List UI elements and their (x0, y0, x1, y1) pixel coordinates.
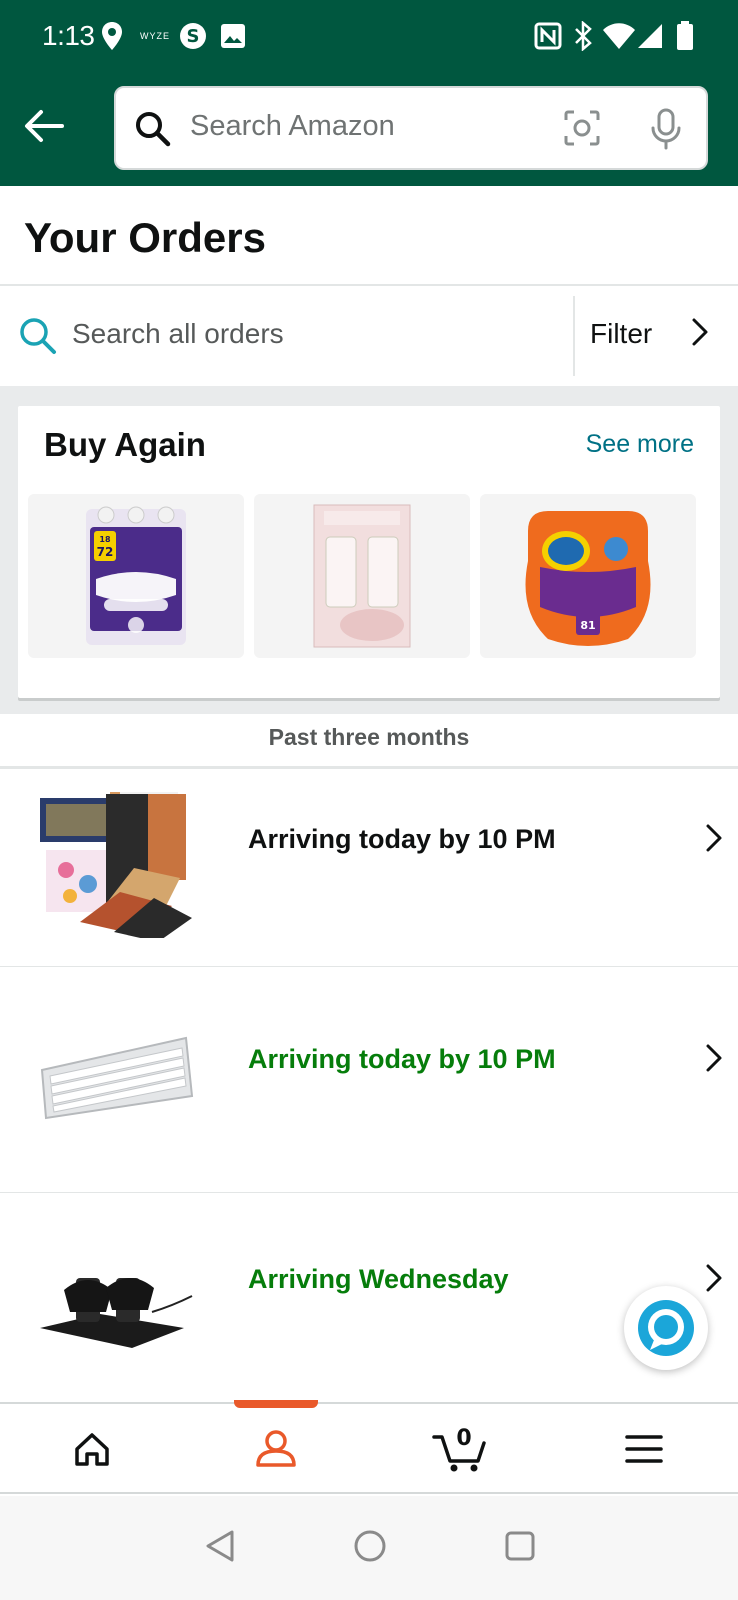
recents-square-icon (505, 1531, 535, 1561)
section-label: Past three months (268, 724, 470, 750)
amazon-search-bar[interactable]: Search Amazon (114, 86, 708, 170)
buy-again-card: Buy Again See more 18 72 81 (18, 406, 720, 698)
nav-cart[interactable]: 0 (368, 1404, 552, 1494)
wifi-icon (602, 20, 636, 52)
order-thumbnail (36, 1232, 196, 1382)
pack-size-label: 18 (99, 535, 111, 544)
filter-button[interactable]: Filter (590, 318, 652, 350)
hamburger-menu-icon (625, 1435, 663, 1463)
keyboard-image (40, 1036, 194, 1120)
location-icon (100, 20, 124, 52)
wyze-icon: WYZE (140, 31, 170, 41)
buy-again-item-toilet-paper[interactable]: 18 72 (28, 494, 244, 658)
nav-you[interactable] (184, 1404, 368, 1494)
signal-icon (636, 20, 664, 52)
system-recents-button[interactable] (500, 1526, 540, 1566)
search-icon (134, 110, 172, 153)
back-arrow-icon (25, 110, 64, 142)
toilet-paper-image: 18 72 (86, 506, 186, 645)
search-orders-input[interactable]: Search all orders (72, 318, 284, 350)
person-icon (256, 1430, 296, 1467)
home-circle-icon (354, 1530, 386, 1562)
svg-text:S: S (187, 26, 200, 47)
order-row[interactable]: Arriving Wednesday (0, 1194, 738, 1400)
order-row[interactable]: Arriving today by 10 PM (0, 770, 738, 966)
search-input[interactable]: Search Amazon (190, 110, 395, 143)
search-orders-icon (18, 316, 58, 361)
status-bar: 1:13 WYZE S (0, 0, 738, 72)
bottom-navigation: 0 (0, 1400, 738, 1494)
order-thumbnail (36, 1006, 196, 1156)
divider (0, 966, 738, 967)
buy-again-title: Buy Again (44, 426, 206, 463)
system-back-button[interactable] (200, 1526, 240, 1566)
home-icon (75, 1433, 109, 1466)
system-navigation-bar (0, 1496, 738, 1600)
nav-menu[interactable] (552, 1404, 736, 1494)
buy-again-item-shampoo[interactable] (254, 494, 470, 658)
orders-search-row: Search all orders Filter (0, 286, 738, 386)
status-time: 1:13 (42, 20, 95, 51)
see-more-link[interactable]: See more (586, 430, 694, 459)
chevron-right-icon[interactable] (704, 1042, 724, 1079)
alexa-icon (638, 1300, 694, 1356)
divider (0, 766, 738, 769)
nfc-icon (534, 20, 562, 52)
buy-again-item-tide-pods[interactable]: 81 (480, 494, 696, 658)
cart-icon: 0 (432, 1426, 486, 1472)
battery-icon (676, 20, 694, 52)
divider (573, 296, 575, 376)
shampoo-box-image (313, 504, 411, 648)
back-triangle-icon (206, 1530, 234, 1562)
chevron-right-icon[interactable] (690, 316, 710, 353)
order-status: Arriving today by 10 PM (248, 1044, 556, 1074)
chevron-right-icon[interactable] (704, 1262, 724, 1299)
alexa-button[interactable] (624, 1286, 708, 1370)
nav-home[interactable] (0, 1404, 184, 1494)
notebook-set-image (40, 792, 192, 938)
tide-pods-image: 81 (525, 511, 651, 646)
microphone-icon[interactable] (648, 108, 684, 155)
back-button[interactable] (20, 102, 68, 150)
bluetooth-icon (572, 20, 594, 52)
divider (0, 1192, 738, 1193)
s-app-icon: S (178, 20, 208, 52)
page-title: Your Orders (24, 214, 266, 261)
image-icon (220, 20, 246, 52)
cart-count: 0 (456, 1426, 471, 1451)
chevron-right-icon[interactable] (704, 822, 724, 859)
controller-charging-dock-image (40, 1278, 193, 1348)
system-home-button[interactable] (350, 1526, 390, 1566)
order-thumbnail (36, 788, 196, 938)
roll-count-label: 72 (97, 545, 114, 559)
order-row[interactable]: Arriving today by 10 PM (0, 968, 738, 1192)
order-status: Arriving Wednesday (248, 1264, 509, 1294)
top-header: Search Amazon (0, 72, 738, 186)
camera-scan-icon[interactable] (562, 108, 602, 153)
pod-count-label: 81 (580, 619, 595, 632)
order-status: Arriving today by 10 PM (248, 824, 556, 854)
